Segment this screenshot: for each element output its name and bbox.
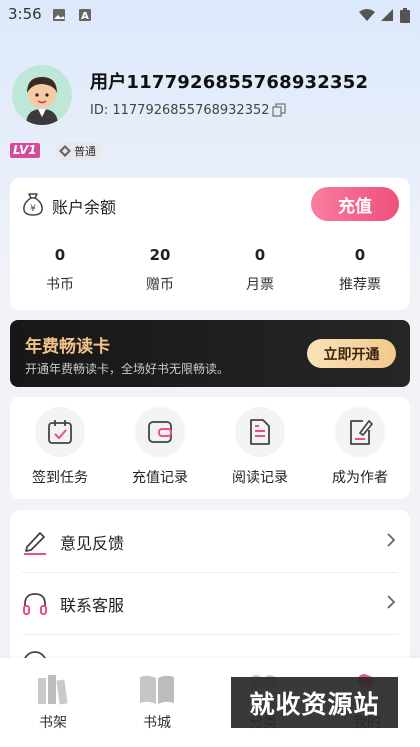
nav-label: 书城 xyxy=(143,715,171,731)
level-badge: LV1 xyxy=(10,143,40,158)
open-book-icon xyxy=(140,675,174,704)
diamond-icon xyxy=(59,145,71,157)
stat-value: 0 xyxy=(54,246,66,264)
username: 用户1177926855768932352 xyxy=(90,72,369,93)
a-icon: A xyxy=(79,9,91,22)
stat-value: 0 xyxy=(254,246,266,264)
pen-note-icon xyxy=(350,419,374,445)
svg-text:A: A xyxy=(81,11,89,22)
shortcut-label: 充值记录 xyxy=(132,470,188,486)
shortcut-label: 签到任务 xyxy=(32,470,88,486)
divider xyxy=(22,634,398,635)
bookshelf-icon xyxy=(38,675,68,705)
status-time: 3:56 xyxy=(8,5,42,23)
wifi-icon xyxy=(359,9,375,21)
copy-icon[interactable] xyxy=(272,103,286,117)
balance-card: ¥ 账户余额 充值 0 书币 20 赠币 0 月票 0 推荐票 xyxy=(10,178,410,310)
headset-icon xyxy=(23,593,47,615)
document-icon xyxy=(250,419,270,445)
shortcut-label: 阅读记录 xyxy=(232,470,288,486)
tier-label: 普通 xyxy=(74,145,96,158)
nav-label: 书架 xyxy=(39,715,67,731)
menu-card: 意见反馈 联系客服 xyxy=(10,510,410,670)
menu-label: 联系客服 xyxy=(60,596,125,615)
chevron-right-icon xyxy=(387,595,396,609)
balance-stats: 0 书币 20 赠币 0 月票 0 推荐票 xyxy=(10,246,410,294)
stat-label: 月票 xyxy=(246,277,274,293)
stat-recommend-tickets[interactable]: 0 推荐票 xyxy=(310,246,410,294)
recharge-button[interactable]: 充值 xyxy=(311,187,399,221)
watermark: 就收资源站 xyxy=(231,677,398,728)
vip-title: 年费畅读卡 xyxy=(25,337,110,357)
shortcut-recharge-history[interactable]: 充值记录 xyxy=(110,407,210,487)
stat-book-coins[interactable]: 0 书币 xyxy=(10,246,110,294)
menu-item-customer-service[interactable]: 联系客服 xyxy=(10,572,410,634)
shortcut-become-author[interactable]: 成为作者 xyxy=(310,407,410,487)
shortcut-reading-history[interactable]: 阅读记录 xyxy=(210,407,310,487)
shortcut-checkin[interactable]: 签到任务 xyxy=(10,407,110,487)
stat-monthly-tickets[interactable]: 0 月票 xyxy=(210,246,310,294)
pencil-icon xyxy=(24,532,46,555)
shortcut-icon-bg xyxy=(335,407,385,457)
menu-label: 意见反馈 xyxy=(60,534,125,553)
stat-label: 赠币 xyxy=(146,277,174,293)
tier-badge: 普通 xyxy=(56,142,101,160)
shortcut-icon-bg xyxy=(135,407,185,457)
shortcut-label: 成为作者 xyxy=(332,470,388,486)
nav-bookstore[interactable]: 书城 xyxy=(122,672,192,732)
user-id: ID: 1177926855768932352 xyxy=(90,103,270,118)
shortcut-icon-bg xyxy=(235,407,285,457)
avatar[interactable] xyxy=(12,65,72,125)
stat-label: 推荐票 xyxy=(339,277,381,293)
shortcut-icon-bg xyxy=(35,407,85,457)
menu-item-feedback[interactable]: 意见反馈 xyxy=(10,510,410,572)
money-bag-icon: ¥ xyxy=(23,193,43,216)
stat-value: 0 xyxy=(354,246,366,264)
nav-bookshelf[interactable]: 书架 xyxy=(18,672,88,732)
vip-subtitle: 开通年费畅读卡，全场好书无限畅读。 xyxy=(25,362,230,376)
chevron-right-icon xyxy=(387,533,396,547)
calendar-check-icon xyxy=(48,420,72,444)
vip-banner[interactable]: 年费畅读卡 开通年费畅读卡，全场好书无限畅读。 立即开通 xyxy=(10,320,410,387)
signal-icon xyxy=(381,9,393,21)
svg-text:¥: ¥ xyxy=(30,204,36,214)
stat-label: 书币 xyxy=(46,277,74,293)
image-icon xyxy=(53,9,65,21)
status-bar: 3:56 A xyxy=(0,0,420,30)
wallet-icon xyxy=(148,421,172,443)
balance-title: 账户余额 xyxy=(52,198,117,217)
vip-open-button[interactable]: 立即开通 xyxy=(307,339,396,368)
stat-bonus-coins[interactable]: 20 赠币 xyxy=(110,246,210,294)
shortcut-card: 签到任务 充值记录 阅读记录 成为作者 xyxy=(10,397,410,499)
battery-icon xyxy=(400,8,410,23)
avatar-illustration xyxy=(12,65,72,125)
stat-value: 20 xyxy=(149,246,171,264)
